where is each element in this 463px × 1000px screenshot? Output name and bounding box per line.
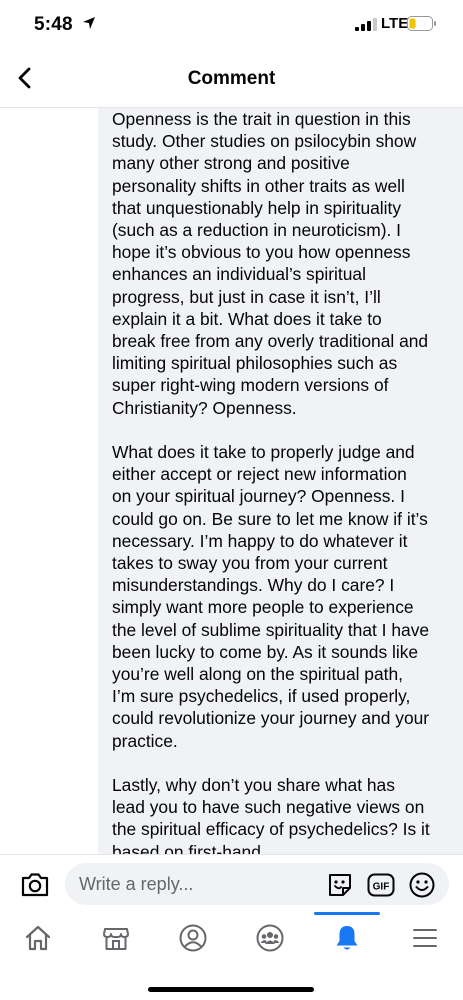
tab-marketplace[interactable] — [81, 912, 151, 964]
home-indicator[interactable] — [148, 987, 314, 992]
top-navigation-bar: Comment — [0, 50, 463, 108]
reply-input-placeholder: Write a reply... — [79, 874, 194, 894]
comment-paragraph: Lastly, why don’t you share what has lea… — [112, 775, 430, 854]
status-bar: 5:48 LTE — [0, 0, 463, 50]
marketplace-icon — [103, 928, 129, 950]
comment-paragraph: Openness is the trait in question in thi… — [112, 109, 429, 418]
tab-menu[interactable] — [390, 912, 460, 964]
notifications-icon — [336, 926, 358, 950]
comment-paragraph: What does it take to properly judge and … — [112, 442, 430, 751]
tab-groups[interactable] — [235, 912, 305, 964]
reply-input[interactable]: Write a reply... GIF — [65, 863, 449, 905]
profile-icon — [179, 924, 207, 952]
network-type: LTE — [381, 15, 409, 32]
menu-icon — [413, 929, 437, 947]
comment-body: Openness is the trait in question in thi… — [112, 108, 430, 854]
reply-composer: Write a reply... GIF — [0, 854, 463, 913]
emoji-icon[interactable] — [408, 871, 436, 899]
gif-icon-label: GIF — [373, 882, 390, 893]
location-arrow-icon — [83, 17, 95, 29]
comment-thread: Openness is the trait in question in thi… — [0, 108, 463, 854]
tab-profile[interactable] — [158, 912, 228, 964]
cellular-signal-icon — [355, 18, 377, 31]
battery-icon — [407, 16, 436, 31]
home-icon — [25, 925, 51, 951]
groups-icon — [256, 924, 284, 952]
status-time: 5:48 — [34, 14, 73, 35]
tab-notifications[interactable] — [312, 912, 382, 964]
gif-icon[interactable]: GIF — [367, 873, 395, 897]
camera-icon[interactable] — [20, 870, 50, 898]
sticker-icon[interactable] — [326, 871, 354, 899]
page-title: Comment — [187, 68, 276, 89]
active-tab-indicator — [314, 912, 380, 915]
tab-home[interactable] — [3, 912, 73, 964]
